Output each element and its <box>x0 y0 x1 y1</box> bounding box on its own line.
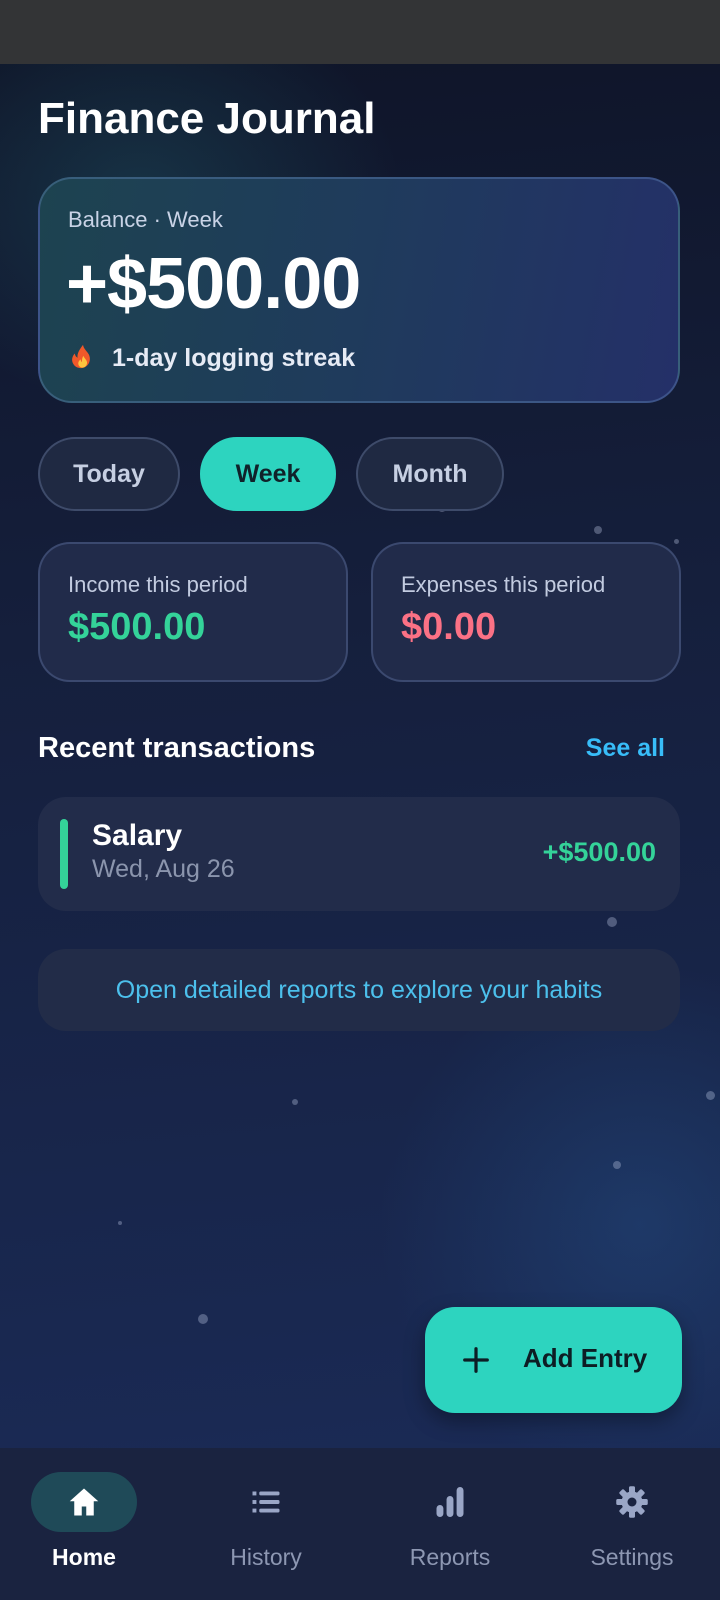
background-dot <box>706 1091 715 1100</box>
transaction-amount: +$500.00 <box>542 837 656 867</box>
income-value: $500.00 <box>68 606 206 648</box>
balance-value: +$500.00 <box>66 244 361 324</box>
bottom-nav: Home History Reports Settings <box>0 1448 720 1600</box>
nav-reports[interactable]: Reports <box>366 1448 546 1600</box>
background-dot <box>594 526 602 534</box>
add-entry-button[interactable]: Add Entry <box>425 1307 682 1413</box>
income-label: Income this period <box>68 572 248 597</box>
status-bar <box>0 0 720 64</box>
expenses-value: $0.00 <box>401 606 497 648</box>
transaction-row[interactable]: Salary Wed, Aug 26 +$500.00 <box>38 797 680 911</box>
home-screen: Finance Journal Balance · Week +$500.00 … <box>0 64 720 1448</box>
streak: 1-day logging streak <box>68 343 355 373</box>
streak-text: 1-day logging streak <box>112 343 356 372</box>
nav-label: Settings <box>590 1544 674 1570</box>
background-dot <box>198 1314 208 1324</box>
list-icon <box>252 1491 280 1513</box>
recent-transactions-title: Recent transactions <box>38 732 316 764</box>
background-dot <box>613 1161 621 1169</box>
tab-label: Today <box>73 459 145 488</box>
expenses-label: Expenses this period <box>401 572 606 597</box>
transaction-title: Salary <box>92 819 183 852</box>
balance-card: Balance · Week +$500.00 1-day logging st… <box>38 177 680 403</box>
tab-month[interactable]: Month <box>356 437 504 511</box>
income-card: Income this period $500.00 <box>38 542 348 682</box>
tab-week[interactable]: Week <box>200 437 336 511</box>
plus-icon <box>463 1347 489 1373</box>
tab-label: Week <box>235 459 301 488</box>
open-reports-link[interactable]: Open detailed reports to explore your ha… <box>38 949 680 1031</box>
background-dot <box>292 1099 298 1105</box>
background-dot <box>674 539 679 544</box>
tab-label: Month <box>392 459 468 488</box>
nav-settings[interactable]: Settings <box>548 1448 720 1600</box>
transaction-date: Wed, Aug 26 <box>92 855 235 883</box>
gear-icon <box>616 1486 648 1518</box>
nav-label: Reports <box>409 1544 491 1570</box>
fire-icon <box>72 344 90 369</box>
home-icon <box>69 1488 99 1516</box>
balance-label: Balance · Week <box>68 207 223 232</box>
nav-home[interactable]: Home <box>0 1448 180 1600</box>
add-entry-label: Add Entry <box>523 1343 648 1373</box>
page-title: Finance Journal <box>38 94 376 143</box>
nav-history[interactable]: History <box>182 1448 362 1600</box>
background-dot <box>607 917 617 927</box>
nav-label: History <box>230 1544 302 1570</box>
nav-label: Home <box>52 1544 116 1570</box>
expenses-card: Expenses this period $0.00 <box>371 542 681 682</box>
bar-chart-icon <box>436 1487 464 1517</box>
background-dot <box>118 1221 122 1225</box>
income-indicator <box>60 819 68 889</box>
see-all-link[interactable]: See all <box>586 734 665 763</box>
tab-today[interactable]: Today <box>38 437 180 511</box>
reports-link-text: Open detailed reports to explore your ha… <box>115 975 603 1004</box>
